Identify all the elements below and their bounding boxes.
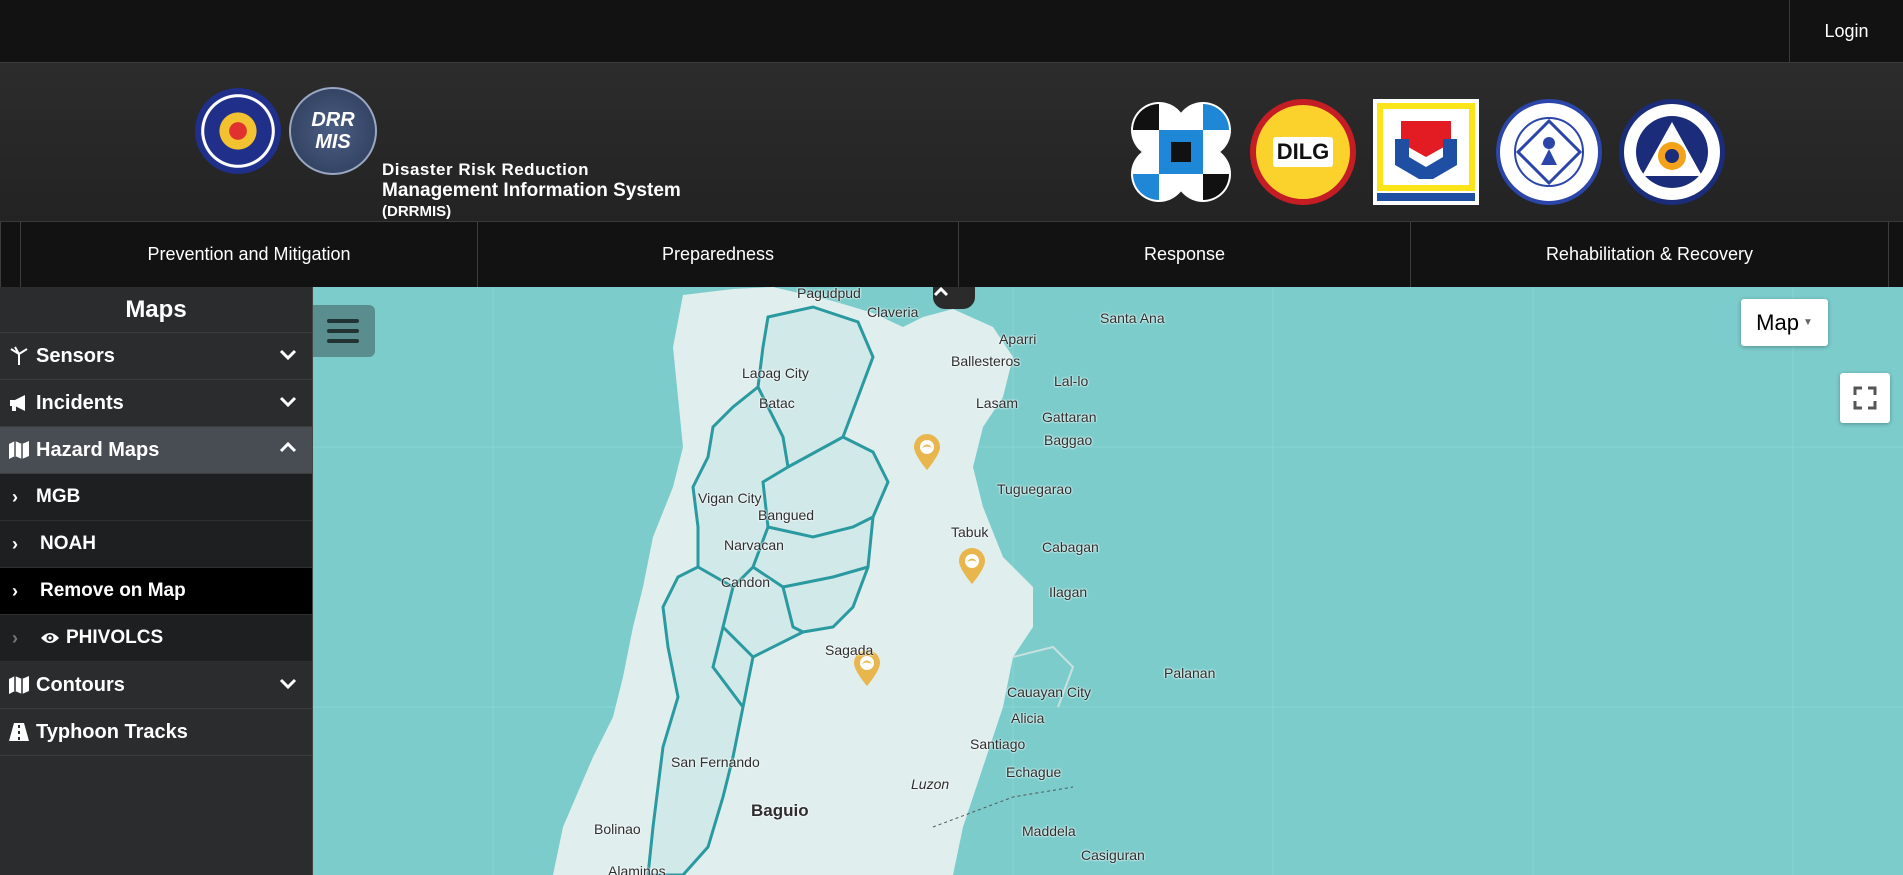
map-place-label: Pagudpud xyxy=(797,287,861,301)
map-icon xyxy=(8,675,30,695)
sidebar-subitem-remove-on-map[interactable]: › Remove on Map xyxy=(0,568,312,615)
nav-rehabilitation-recovery[interactable]: Rehabilitation & Recovery xyxy=(1410,222,1889,287)
chevron-right-icon: › xyxy=(12,533,18,554)
map-place-label: Narvacan xyxy=(724,537,784,553)
chevron-right-icon: › xyxy=(12,486,18,507)
sidebar-subitem-label: MGB xyxy=(36,486,81,507)
sidebar-item-label: Sensors xyxy=(36,344,115,367)
fullscreen-button[interactable] xyxy=(1840,373,1890,423)
sidebar-item-label: Hazard Maps xyxy=(36,438,160,461)
collapse-header-button[interactable] xyxy=(933,287,975,309)
map-canvas[interactable]: Pagudpud Claveria Santa Ana Aparri Balle… xyxy=(313,287,1903,875)
fullscreen-icon xyxy=(1853,386,1877,410)
map-type-dropdown[interactable]: Map ▼ xyxy=(1741,299,1828,346)
ocd-seal-logo xyxy=(195,88,281,174)
map-place-label: Vigan City xyxy=(698,490,762,506)
map-place-label: Tuguegarao xyxy=(997,481,1072,497)
nav-spacer xyxy=(0,222,20,287)
sidebar-subitem-phivolcs[interactable]: › PHIVOLCS xyxy=(0,615,312,662)
map-place-label: Laoag City xyxy=(742,365,809,381)
map-place-label: Palanan xyxy=(1164,665,1216,681)
map-place-label: Maddela xyxy=(1022,823,1076,839)
site-header: DRR MIS Disaster Risk Reduction Manageme… xyxy=(0,62,1903,222)
map-city-label: Baguio xyxy=(751,801,809,820)
map-place-label: Bangued xyxy=(758,507,815,523)
map-icon xyxy=(8,440,30,460)
sidebar-subitem-label: Remove on Map xyxy=(40,580,186,601)
dswd-logo xyxy=(1373,99,1479,205)
chevron-right-icon: › xyxy=(12,580,18,601)
sidebar-item-label: Typhoon Tracks xyxy=(36,720,188,743)
map-region-label: Luzon xyxy=(911,776,950,792)
map-place-label: Alicia xyxy=(1011,710,1045,726)
map-place-label: San Fernando xyxy=(671,754,760,770)
map-place-label: Santa Ana xyxy=(1100,310,1165,326)
map-place-label: Lasam xyxy=(976,395,1019,411)
map-place-label: Alaminos xyxy=(608,863,666,875)
sidebar-subitem-label: PHIVOLCS xyxy=(66,627,164,648)
map-place-label: Casiguran xyxy=(1081,847,1145,863)
map-place-label: Batac xyxy=(759,395,795,411)
nav-prevention-mitigation[interactable]: Prevention and Mitigation xyxy=(20,222,477,287)
main-nav: Prevention and Mitigation Preparedness R… xyxy=(0,222,1903,287)
map-place-label: Lal-lo xyxy=(1054,373,1089,389)
brand-title: Disaster Risk Reduction Management Infor… xyxy=(382,159,681,222)
brand-line-2: Management Information System xyxy=(382,180,681,201)
chevron-down-icon xyxy=(278,344,298,370)
map-place-label: Santiago xyxy=(970,736,1026,752)
map-place-label: Baggao xyxy=(1044,432,1093,448)
brand-line-3: (DRRMIS) xyxy=(382,203,452,220)
sidebar-subitem-noah[interactable]: › NOAH xyxy=(0,521,312,568)
road-icon xyxy=(8,722,30,742)
caret-down-icon: ▼ xyxy=(1802,317,1813,328)
chevron-up-icon xyxy=(278,438,298,464)
eye-icon xyxy=(40,631,60,645)
map-place-label: Cabagan xyxy=(1042,539,1099,555)
chevron-up-icon xyxy=(933,287,949,297)
nav-response[interactable]: Response xyxy=(958,222,1410,287)
sidebar-subitem-mgb[interactable]: › MGB xyxy=(0,474,312,521)
sidebar-subitem-label: NOAH xyxy=(40,533,96,554)
brand-line-1: Disaster Risk Reduction xyxy=(382,160,590,179)
sidebar-item-hazard-maps[interactable]: Hazard Maps xyxy=(0,427,312,474)
map-place-label: Sagada xyxy=(825,642,874,658)
sidebar-item-label: Contours xyxy=(36,673,125,696)
maps-sidebar: Maps Sensors Incidents Hazard Maps › MGB… xyxy=(0,287,313,875)
top-bar: Login xyxy=(0,0,1903,62)
map-place-label: Claveria xyxy=(867,304,919,320)
map-place-label: Echague xyxy=(1006,764,1062,780)
map-place-label: Tabuk xyxy=(951,524,989,540)
drrmis-logo: DRR MIS xyxy=(289,87,377,175)
chevron-down-icon xyxy=(278,391,298,417)
dilg-seal-logo: DILG xyxy=(1250,99,1356,205)
layer-menu-toggle-button[interactable] xyxy=(313,305,375,357)
map-type-label: Map xyxy=(1756,309,1799,335)
chevron-right-icon: › xyxy=(12,627,18,648)
sidebar-item-incidents[interactable]: Incidents xyxy=(0,380,312,427)
nav-preparedness[interactable]: Preparedness xyxy=(477,222,958,287)
map-place-label: Candon xyxy=(721,574,771,590)
sidebar-item-label: Incidents xyxy=(36,391,124,414)
drrmis-logo-text: DRR MIS xyxy=(311,109,355,153)
map-place-label: Ballesteros xyxy=(951,353,1021,369)
map-geography xyxy=(313,287,1903,875)
sidebar-item-typhoon-tracks[interactable]: Typhoon Tracks xyxy=(0,709,312,756)
megaphone-icon xyxy=(8,393,30,413)
dost-logo xyxy=(1128,99,1234,205)
map-place-label: Gattaran xyxy=(1042,409,1097,425)
login-button[interactable]: Login xyxy=(1789,0,1903,62)
chevron-down-icon xyxy=(278,673,298,699)
dnd-blue-seal-logo xyxy=(1496,99,1602,205)
sidebar-item-sensors[interactable]: Sensors xyxy=(0,333,312,380)
sidebar-title: Maps xyxy=(0,287,312,333)
ndrrmc-seal-logo xyxy=(1619,99,1725,205)
map-place-label: Cauayan City xyxy=(1007,684,1092,700)
map-place-label: Aparri xyxy=(999,331,1037,347)
sensor-icon xyxy=(8,346,30,366)
dilg-seal-text: DILG xyxy=(1272,137,1334,167)
sidebar-item-contours[interactable]: Contours xyxy=(0,662,312,709)
map-place-label: Ilagan xyxy=(1049,584,1088,600)
map-place-label: Bolinao xyxy=(594,821,641,837)
